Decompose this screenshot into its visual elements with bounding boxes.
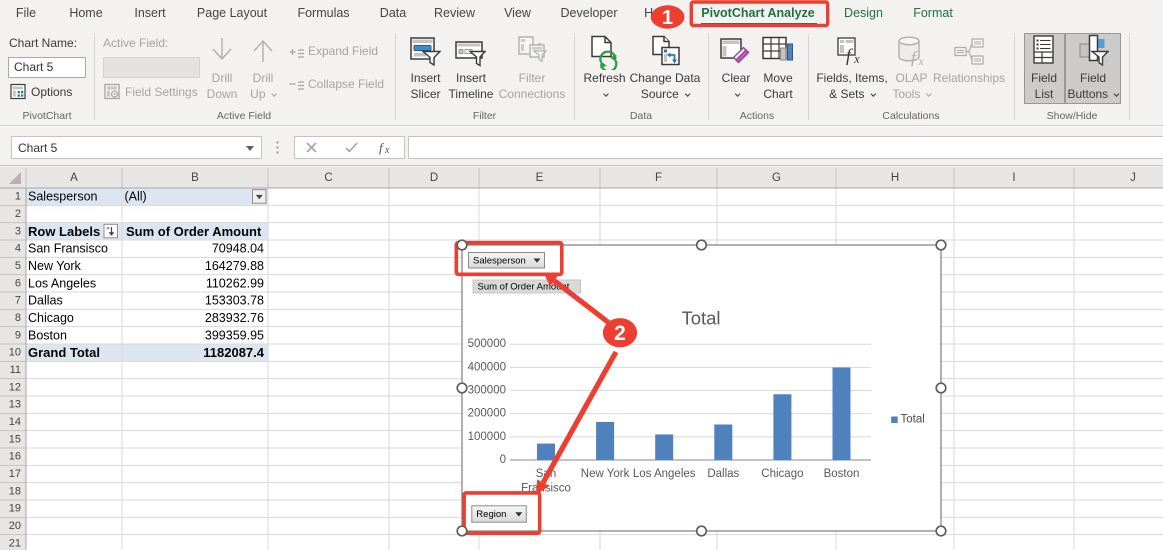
svg-text:Sum of Order Amount: Sum of Order Amount [126, 224, 262, 239]
svg-text:E: E [536, 172, 544, 184]
svg-text:16: 16 [9, 451, 21, 463]
svg-text:1: 1 [15, 191, 21, 203]
svg-text:A: A [70, 172, 78, 184]
svg-text:H: H [891, 172, 899, 184]
svg-text:200000: 200000 [468, 408, 506, 420]
svg-text:New York: New York [581, 468, 630, 480]
svg-text:F: F [655, 172, 662, 184]
svg-text:70948.04: 70948.04 [212, 242, 264, 256]
svg-text:Boston: Boston [824, 468, 860, 480]
svg-text:14: 14 [9, 416, 21, 428]
svg-text:Grand Total: Grand Total [28, 345, 100, 360]
svg-text:x: x [853, 51, 860, 66]
svg-text:Row Labels: Row Labels [28, 224, 100, 239]
svg-text:3: 3 [15, 225, 21, 237]
svg-text:15: 15 [9, 433, 21, 445]
svg-text:300000: 300000 [468, 385, 506, 397]
svg-text:8: 8 [15, 312, 21, 324]
svg-text:Total: Total [681, 308, 720, 329]
svg-text:San Fransisco: San Fransisco [28, 242, 108, 256]
svg-text:Dallas: Dallas [707, 468, 739, 480]
svg-text:2: 2 [614, 322, 626, 345]
svg-text:164279.88: 164279.88 [205, 259, 264, 273]
svg-text:Region: Region [476, 509, 506, 520]
svg-text:11: 11 [10, 364, 21, 376]
svg-text:7: 7 [15, 295, 21, 307]
svg-text:1182087.4: 1182087.4 [203, 345, 265, 360]
svg-text:B: B [191, 172, 199, 184]
svg-text:Dallas: Dallas [28, 294, 63, 308]
svg-text:110262.99: 110262.99 [206, 276, 264, 290]
svg-text:18: 18 [9, 485, 21, 497]
svg-text:x: x [918, 54, 925, 67]
svg-text:Salesperson: Salesperson [473, 255, 526, 266]
svg-text:5: 5 [15, 260, 21, 272]
svg-text:Boston: Boston [28, 328, 67, 342]
svg-text:C: C [324, 172, 332, 184]
svg-text:399359.95: 399359.95 [205, 328, 264, 342]
svg-text:Los Angeles: Los Angeles [633, 468, 696, 480]
svg-text:10: 10 [9, 347, 21, 359]
svg-text:Chicago: Chicago [761, 468, 803, 480]
svg-text:New York: New York [28, 259, 82, 273]
svg-text:Chicago: Chicago [28, 311, 74, 325]
svg-text:17: 17 [9, 468, 21, 480]
svg-text:9: 9 [15, 329, 21, 341]
svg-text:I: I [1012, 172, 1015, 184]
svg-text:19: 19 [9, 503, 21, 515]
svg-text:153303.78: 153303.78 [205, 294, 264, 308]
svg-text:13: 13 [9, 399, 21, 411]
svg-text:6: 6 [15, 277, 21, 289]
svg-text:Los Angeles: Los Angeles [28, 276, 96, 290]
svg-text:500000: 500000 [468, 338, 506, 350]
svg-text:Total: Total [901, 414, 925, 426]
svg-text:283932.76: 283932.76 [205, 311, 264, 325]
svg-text:100000: 100000 [468, 431, 506, 443]
svg-text:0: 0 [500, 454, 506, 466]
svg-text:400000: 400000 [468, 361, 506, 373]
svg-text:D: D [430, 172, 438, 184]
svg-text:12: 12 [9, 381, 21, 393]
svg-text:20: 20 [9, 520, 21, 532]
svg-text:(All): (All) [125, 190, 147, 204]
svg-text:G: G [772, 172, 781, 184]
svg-text:2: 2 [15, 208, 21, 220]
svg-text:Salesperson: Salesperson [28, 190, 98, 204]
svg-text:4: 4 [15, 243, 21, 255]
svg-text:21: 21 [9, 537, 21, 549]
svg-text:J: J [1130, 172, 1136, 184]
